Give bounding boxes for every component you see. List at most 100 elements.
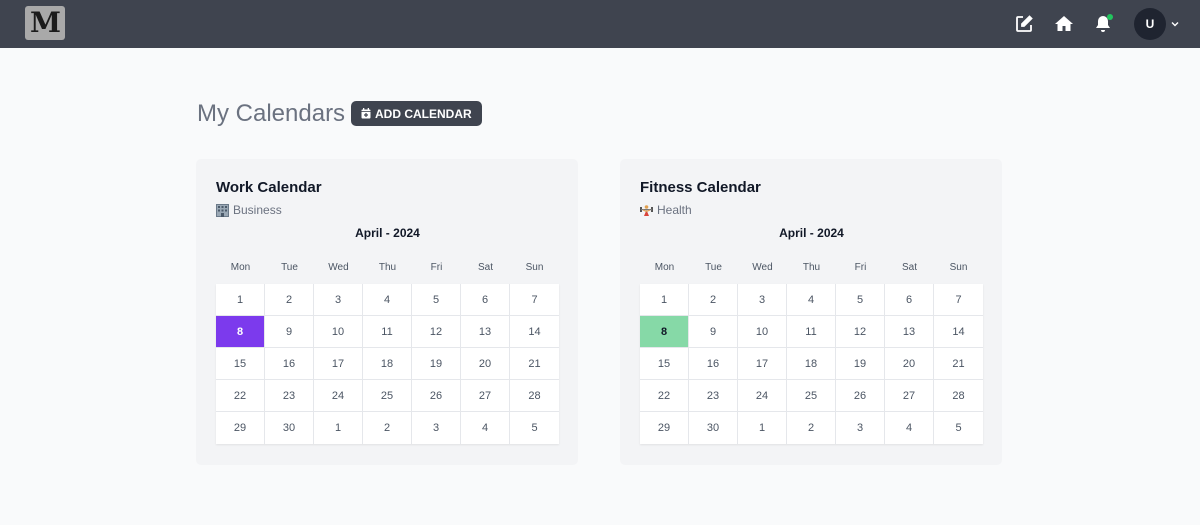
weekday-label: Sun <box>525 262 544 273</box>
calendar-day-cell[interactable]: 6 <box>885 284 934 316</box>
calendar-day-cell[interactable]: 4 <box>363 284 412 316</box>
calendar-day-cell[interactable]: 12 <box>412 316 461 348</box>
calendar-day-cell[interactable]: 13 <box>461 316 510 348</box>
calendar-day-cell[interactable]: 8 <box>216 316 265 348</box>
calendar-day-cell[interactable]: 3 <box>836 412 885 444</box>
calendar-title: Fitness Calendar <box>640 179 761 196</box>
calendar-day-cell[interactable]: 26 <box>412 380 461 412</box>
calendar-day-cell[interactable]: 28 <box>510 380 559 412</box>
weekday-label: Sat <box>477 262 493 273</box>
calendar-day-cell[interactable]: 7 <box>934 284 983 316</box>
calendar-day-cell[interactable]: 1 <box>314 412 363 444</box>
calendar-day-cell[interactable]: 15 <box>216 348 265 380</box>
calendar-day-cell[interactable]: 10 <box>738 316 787 348</box>
calendar-day-cell[interactable]: 1 <box>216 284 265 316</box>
calendar-day-cell[interactable]: 25 <box>363 380 412 412</box>
calendar-day-cell[interactable]: 22 <box>216 380 265 412</box>
calendar-day-cell[interactable]: 13 <box>885 316 934 348</box>
logo-letter: M <box>30 6 61 39</box>
calendar-day-cell[interactable]: 26 <box>836 380 885 412</box>
calendar-day-cell[interactable]: 24 <box>314 380 363 412</box>
calendar-day-cell[interactable]: 18 <box>363 348 412 380</box>
calendar-day-cell[interactable]: 5 <box>412 284 461 316</box>
weekday-label: Thu <box>378 262 397 273</box>
calendar-day-cell[interactable]: 3 <box>412 412 461 444</box>
calendar-day-cell[interactable]: 8 <box>640 316 689 348</box>
calendar-day-cell[interactable]: 3 <box>738 284 787 316</box>
calendar-day-cell[interactable]: 5 <box>836 284 885 316</box>
calendar-day-cell[interactable]: 23 <box>689 380 738 412</box>
calendar-day-cell[interactable]: 22 <box>640 380 689 412</box>
weightlifter-icon <box>640 204 653 216</box>
calendar-day-cell[interactable]: 2 <box>363 412 412 444</box>
calendar-day-cell[interactable]: 2 <box>689 284 738 316</box>
weekday-label: Fri <box>430 262 443 273</box>
calendar-day-cell[interactable]: 2 <box>265 284 314 316</box>
calendar-day-cell[interactable]: 1 <box>640 284 689 316</box>
calendar-day-cell[interactable]: 20 <box>461 348 510 380</box>
calendar-day-cell[interactable]: 23 <box>265 380 314 412</box>
notification-dot <box>1107 14 1113 20</box>
weekday-label: Sun <box>949 262 968 273</box>
calendar-day-cell[interactable]: 29 <box>216 412 265 444</box>
calendar-day-cell[interactable]: 28 <box>934 380 983 412</box>
calendar-day-cell[interactable]: 21 <box>510 348 559 380</box>
calendar-day-cell[interactable]: 11 <box>787 316 836 348</box>
calendar-day-cell[interactable]: 1 <box>738 412 787 444</box>
calendar-day-cell[interactable]: 17 <box>738 348 787 380</box>
calendar-day-cell[interactable]: 15 <box>640 348 689 380</box>
app-logo[interactable]: M <box>25 6 65 40</box>
calendar-day-cell[interactable]: 9 <box>689 316 738 348</box>
calendar-plus-icon <box>361 108 371 119</box>
calendar-day-cell[interactable]: 10 <box>314 316 363 348</box>
calendar-day-cell[interactable]: 25 <box>787 380 836 412</box>
weekday-label: Thu <box>802 262 821 273</box>
top-navbar: M U <box>0 0 1200 48</box>
calendar-day-cell[interactable]: 30 <box>265 412 314 444</box>
add-calendar-button[interactable]: ADD CALENDAR <box>351 101 482 126</box>
calendar-day-cell[interactable]: 21 <box>934 348 983 380</box>
calendar-day-cell[interactable]: 6 <box>461 284 510 316</box>
calendar-day-cell[interactable]: 3 <box>314 284 363 316</box>
calendar-day-cell[interactable]: 16 <box>689 348 738 380</box>
calendar-day-cell[interactable]: 14 <box>510 316 559 348</box>
home-icon[interactable] <box>1054 14 1074 34</box>
calendar-day-cell[interactable]: 27 <box>885 380 934 412</box>
weekday-label: Sat <box>901 262 917 273</box>
calendar-day-cell[interactable]: 5 <box>934 412 983 444</box>
calendar-day-cell[interactable]: 17 <box>314 348 363 380</box>
calendar-day-cell[interactable]: 14 <box>934 316 983 348</box>
calendar-day-cell[interactable]: 4 <box>885 412 934 444</box>
calendar-day-cell[interactable]: 4 <box>461 412 510 444</box>
calendar-day-cell[interactable]: 30 <box>689 412 738 444</box>
calendar-day-cell[interactable]: 4 <box>787 284 836 316</box>
chevron-down-icon[interactable] <box>1170 19 1180 29</box>
calendar-day-cell[interactable]: 11 <box>363 316 412 348</box>
calendar-card-work[interactable]: Work Calendar Business April - 2024 Mon … <box>196 159 578 465</box>
month-label: April - 2024 <box>779 226 844 240</box>
calendar-day-cell[interactable]: 29 <box>640 412 689 444</box>
calendar-day-cell[interactable]: 19 <box>412 348 461 380</box>
calendar-day-cell[interactable]: 7 <box>510 284 559 316</box>
calendar-day-cell[interactable]: 19 <box>836 348 885 380</box>
calendar-day-cell[interactable]: 24 <box>738 380 787 412</box>
weekday-label: Tue <box>281 262 298 273</box>
edit-icon[interactable] <box>1014 14 1034 34</box>
category-label: Health <box>657 203 692 217</box>
calendar-day-cell[interactable]: 20 <box>885 348 934 380</box>
bell-icon[interactable] <box>1093 14 1113 34</box>
calendar-day-cell[interactable]: 12 <box>836 316 885 348</box>
calendar-day-cell[interactable]: 5 <box>510 412 559 444</box>
calendar-day-cell[interactable]: 9 <box>265 316 314 348</box>
user-avatar[interactable]: U <box>1134 8 1166 40</box>
calendar-card-fitness[interactable]: Fitness Calendar Health April - 2024 Mon… <box>620 159 1002 465</box>
category-label: Business <box>233 203 282 217</box>
weekday-label: Wed <box>752 262 773 273</box>
calendar-day-cell[interactable]: 18 <box>787 348 836 380</box>
calendar-day-cell[interactable]: 27 <box>461 380 510 412</box>
page-title: My Calendars <box>197 100 346 127</box>
calendar-category: Business <box>216 203 282 217</box>
calendar-day-cell[interactable]: 16 <box>265 348 314 380</box>
weekday-header: Mon Tue Wed Thu Fri Sat Sun <box>640 262 983 273</box>
calendar-day-cell[interactable]: 2 <box>787 412 836 444</box>
